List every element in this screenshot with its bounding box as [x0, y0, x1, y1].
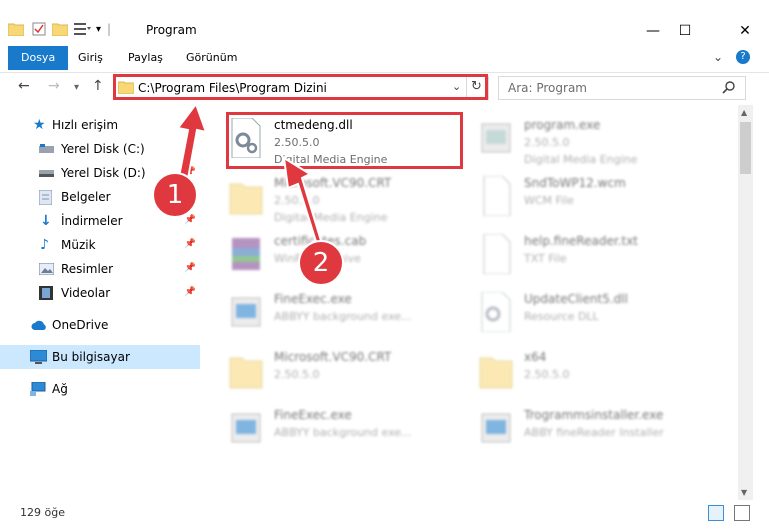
step-badge-1: 1: [152, 172, 198, 218]
arrow-2: [282, 156, 324, 250]
step-badge-2: 2: [298, 240, 344, 286]
arrow-1: [176, 101, 208, 186]
annotation-arrows: [176, 101, 324, 250]
